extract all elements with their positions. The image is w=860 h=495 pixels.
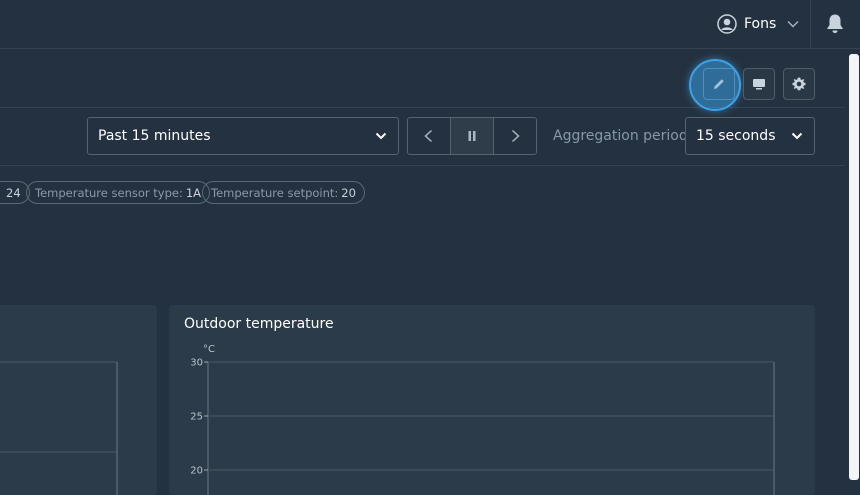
scrollbar-thumb[interactable]	[849, 54, 859, 480]
left-chart	[0, 361, 118, 495]
chevron-left-icon	[424, 129, 433, 143]
next-period-button[interactable]	[493, 118, 536, 154]
chip-value: 20	[341, 185, 356, 200]
outdoor-temperature-card: Outdoor temperature °C 30 25 20	[169, 305, 815, 495]
chip-label: Temperature sensor type:	[35, 185, 183, 200]
bell-icon[interactable]	[823, 12, 847, 36]
y-tick-label: 30	[190, 358, 203, 369]
user-name: Fons	[744, 16, 777, 32]
chevron-down-icon	[787, 21, 799, 28]
y-axis-unit: °C	[203, 344, 215, 355]
pause-icon	[468, 131, 476, 141]
chip-value: 1A	[185, 185, 202, 200]
time-navigation	[407, 117, 537, 155]
property-chip-setpoint: Temperature setpoint: 20	[202, 181, 365, 204]
page-scrollbar[interactable]	[845, 49, 860, 480]
user-avatar-icon	[717, 14, 737, 34]
gear-icon	[792, 77, 806, 91]
time-range-select[interactable]: Past 15 minutes	[87, 117, 399, 155]
aggregation-period-label: Aggregation period:	[553, 128, 693, 144]
display-button[interactable]	[743, 68, 775, 100]
top-bar: Fons	[0, 0, 860, 49]
outdoor-temperature-chart: °C 30 25 20	[190, 344, 775, 495]
aggregation-period-select[interactable]: 15 seconds	[685, 117, 815, 155]
chevron-right-icon	[511, 129, 520, 143]
y-ticks: 30 25 20	[190, 358, 774, 477]
chart-card-left	[0, 305, 157, 495]
pencil-icon	[714, 79, 724, 89]
settings-button[interactable]	[783, 68, 815, 100]
user-menu[interactable]: Fons	[717, 12, 800, 36]
edit-button[interactable]	[703, 68, 735, 100]
y-tick-label: 20	[190, 466, 203, 477]
aggregation-period-value: 15 seconds	[696, 128, 776, 144]
chevron-down-icon	[791, 132, 803, 140]
previous-period-button[interactable]	[408, 118, 450, 154]
property-chip-sensor-type: Temperature sensor type: 1A	[26, 181, 211, 204]
y-tick-label: 25	[190, 412, 203, 423]
time-range-value: Past 15 minutes	[98, 128, 211, 144]
chip-label: Temperature setpoint:	[211, 185, 339, 200]
pause-button[interactable]	[450, 118, 493, 154]
chip-value: 24	[6, 185, 21, 200]
divider	[810, 0, 811, 49]
chevron-down-icon	[375, 132, 387, 140]
monitor-icon	[753, 79, 765, 90]
